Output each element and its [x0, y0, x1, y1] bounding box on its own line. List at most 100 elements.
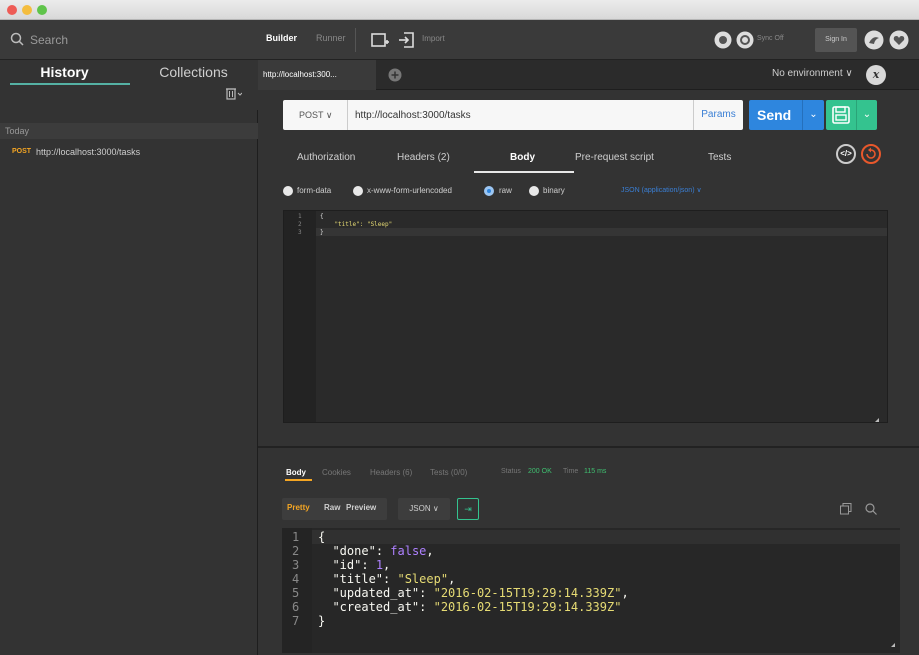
tab-runner[interactable]: Runner [316, 33, 346, 43]
new-window-icon[interactable] [371, 31, 389, 49]
heart-icon[interactable] [889, 30, 909, 50]
radio-label: x-www-form-urlencoded [367, 186, 452, 195]
wrap-lines-icon[interactable]: ⇥ [457, 498, 479, 520]
sync-icon[interactable] [736, 31, 754, 49]
history-url: http://localhost:3000/tasks [36, 147, 141, 157]
response-body-viewer[interactable]: 1 2 3 4 5 6 7 { "done": false, "id": 1, … [282, 528, 900, 653]
content-type-select[interactable]: JSON (application/json) ∨ [621, 186, 702, 194]
radio-label: binary [543, 186, 565, 195]
top-toolbar: Builder Runner Import Sync Off Sign In [258, 20, 919, 60]
tab-builder[interactable]: Builder [266, 33, 297, 43]
signin-button[interactable]: Sign In [815, 28, 857, 52]
environment-select[interactable]: No environment ∨ [772, 68, 853, 79]
send-options-button[interactable]: ⌄ [802, 100, 824, 130]
code-line: "title": "Sleep" [320, 221, 393, 228]
history-arrow-icon [866, 147, 876, 159]
tab-authorization[interactable]: Authorization [297, 152, 355, 163]
time-label: Time [563, 468, 579, 475]
time-value: 115 ms [584, 468, 607, 475]
code-line: "created_at": "2016-02-15T19:29:14.339Z" [332, 600, 622, 614]
line-number: 3 [292, 558, 300, 572]
zoom-window-button[interactable] [37, 5, 47, 15]
tab-collections[interactable]: Collections [129, 60, 258, 110]
plus-icon[interactable] [388, 68, 402, 82]
radio-binary[interactable] [529, 186, 539, 196]
window-titlebar [0, 0, 919, 20]
sidebar-tabs: History Collections [0, 60, 258, 110]
active-tab-indicator [10, 83, 130, 85]
response-tab-cookies[interactable]: Cookies [322, 468, 351, 477]
minimize-window-button[interactable] [22, 5, 32, 15]
line-number: 3 [298, 229, 302, 236]
editor-resize-handle[interactable] [875, 418, 879, 422]
response-tab-tests[interactable]: Tests (0/0) [430, 468, 467, 477]
close-window-button[interactable] [7, 5, 17, 15]
line-number: 1 [298, 213, 302, 220]
line-number: 5 [292, 586, 300, 600]
viewer-resize-handle[interactable] [891, 643, 895, 647]
format-pretty[interactable]: Pretty [287, 503, 310, 512]
method-label: POST [299, 110, 324, 120]
copy-icon[interactable] [840, 503, 852, 515]
chevron-down-icon: ∨ [845, 68, 853, 79]
format-raw[interactable]: Raw [324, 503, 340, 512]
line-number: 1 [292, 530, 300, 544]
send-button[interactable]: Send [749, 100, 802, 130]
save-button[interactable] [826, 100, 856, 130]
save-options-button[interactable]: ⌄ [856, 100, 877, 130]
request-tab[interactable]: http://localhost:300... [258, 60, 376, 90]
params-button[interactable]: Params [693, 100, 743, 130]
active-tab-indicator [285, 479, 312, 481]
method-badge: POST [12, 148, 32, 155]
history-item[interactable]: POST http://localhost:3000/tasks [0, 145, 258, 161]
search-input[interactable] [30, 31, 240, 49]
code-line: "title": "Sleep", [332, 572, 456, 586]
tab-prerequest-script[interactable]: Pre-request script [575, 152, 654, 163]
search-icon [10, 32, 24, 46]
response-panel: Body Cookies Headers (6) Tests (0/0) Sta… [258, 446, 919, 655]
radio-urlencoded[interactable] [353, 186, 363, 196]
active-line-highlight [316, 228, 887, 236]
tab-tests[interactable]: Tests [708, 152, 731, 163]
proxy-icon[interactable] [714, 31, 732, 49]
code-icon[interactable]: </> [836, 144, 856, 164]
reset-icon[interactable] [861, 144, 881, 164]
tab-body[interactable]: Body [510, 152, 535, 163]
line-number: 2 [298, 221, 302, 228]
code-line: "done": false, [332, 544, 434, 558]
tab-headers[interactable]: Headers (2) [397, 152, 450, 163]
line-number: 4 [292, 572, 300, 586]
user-icon[interactable] [864, 30, 884, 50]
editor-gutter [284, 211, 316, 422]
response-tab-headers[interactable]: Headers (6) [370, 468, 412, 477]
active-line-highlight [312, 530, 900, 544]
request-builder: POST ∨ Params Send ⌄ ⌄ Authorization Hea… [258, 90, 919, 446]
line-number: 6 [292, 600, 300, 614]
history-section-header: Today [0, 123, 258, 139]
toolbar-divider [355, 28, 356, 52]
code-line: } [320, 229, 324, 236]
radio-label: raw [499, 186, 512, 195]
format-preview[interactable]: Preview [346, 503, 376, 512]
url-bar: POST ∨ Params [283, 100, 743, 130]
line-number: 7 [292, 614, 300, 628]
trash-icon[interactable] [226, 88, 242, 100]
environment-label: No environment [772, 68, 843, 79]
radio-form-data[interactable] [283, 186, 293, 196]
import-icon[interactable] [398, 31, 416, 49]
radio-raw[interactable] [484, 186, 494, 196]
code-line: { [318, 530, 326, 544]
code-line: "id": 1, [332, 558, 391, 572]
method-select[interactable]: POST ∨ [283, 100, 348, 130]
response-tab-body[interactable]: Body [286, 468, 306, 477]
language-select[interactable]: JSON ∨ [398, 498, 450, 520]
request-body-editor[interactable]: 1 2 3 { "title": "Sleep" } [283, 210, 888, 423]
tab-history[interactable]: History [0, 60, 129, 110]
url-input[interactable] [355, 106, 685, 124]
magnifier-icon[interactable] [865, 503, 877, 515]
environment-quicklook-button[interactable]: x [866, 65, 886, 85]
radio-label: form-data [297, 186, 332, 195]
code-line: "updated_at": "2016-02-15T19:29:14.339Z"… [332, 586, 629, 600]
code-line: { [320, 213, 324, 220]
import-label[interactable]: Import [422, 34, 445, 43]
